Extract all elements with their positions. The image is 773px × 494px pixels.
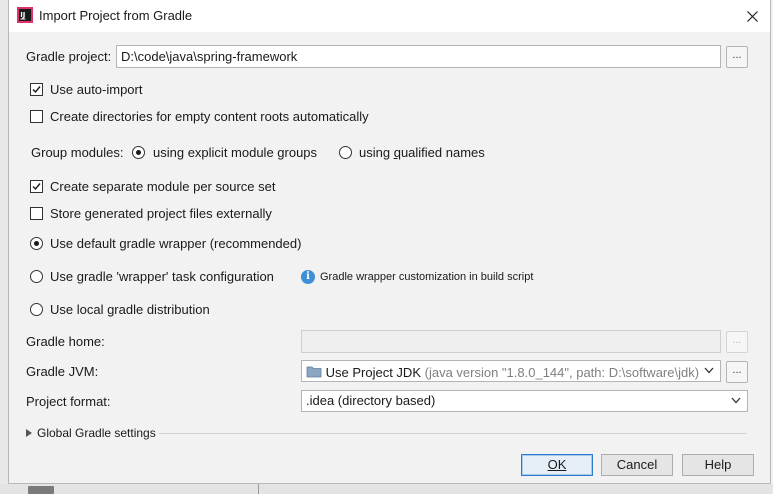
background-divider — [258, 484, 259, 494]
gradle-jvm-selected: Use Project JDK — [325, 365, 421, 380]
store-externally-checkbox[interactable] — [30, 207, 43, 220]
background-next-button — [28, 486, 54, 494]
ok-button[interactable]: OK — [521, 454, 593, 476]
chevron-down-icon — [704, 367, 714, 374]
info-icon: i — [301, 270, 315, 284]
help-button[interactable]: Help — [682, 454, 754, 476]
svg-text:IJ: IJ — [20, 11, 25, 19]
checkmark-icon — [32, 183, 41, 191]
group-modules-label: Group modules: — [31, 145, 124, 160]
wrapper-task-label: Use gradle 'wrapper' task configuration — [50, 269, 274, 284]
separate-module-label: Create separate module per source set — [50, 179, 276, 194]
checkmark-icon — [32, 86, 41, 94]
section-divider — [159, 433, 746, 434]
group-explicit-label: using explicit module groups — [153, 145, 318, 160]
ok-button-label: OK — [547, 457, 567, 472]
intellij-app-icon: IJ — [17, 7, 33, 23]
global-gradle-settings-toggle[interactable]: Global Gradle settings — [37, 426, 156, 440]
gradle-home-input[interactable] — [301, 330, 721, 353]
default-wrapper-label: Use default gradle wrapper (recommended) — [50, 236, 302, 251]
group-qualified-radio[interactable] — [339, 146, 352, 159]
gradle-project-browse-button[interactable]: ... — [726, 46, 748, 68]
gradle-home-browse-button[interactable]: ... — [726, 331, 748, 353]
group-qualified-label: using qualified names — [359, 145, 485, 160]
gradle-jvm-browse-button[interactable]: ... — [726, 361, 748, 383]
gradle-jvm-select[interactable]: Use Project JDK (java version "1.8.0_144… — [301, 360, 721, 382]
close-icon — [746, 10, 758, 22]
store-externally-label: Store generated project files externally — [50, 206, 272, 221]
folder-icon — [306, 366, 322, 378]
expand-arrow-icon[interactable] — [26, 429, 32, 437]
gradle-project-input[interactable] — [116, 45, 721, 68]
project-format-select[interactable]: .idea (directory based) — [301, 390, 748, 412]
project-format-label: Project format: — [26, 394, 111, 409]
gradle-home-label: Gradle home: — [26, 334, 105, 349]
background-ide-bottom — [0, 484, 773, 494]
local-distribution-label: Use local gradle distribution — [50, 302, 210, 317]
gradle-project-label: Gradle project: — [26, 49, 112, 64]
close-button[interactable] — [742, 6, 762, 26]
create-dirs-checkbox[interactable] — [30, 110, 43, 123]
cancel-button[interactable]: Cancel — [601, 454, 673, 476]
separate-module-checkbox[interactable] — [30, 180, 43, 193]
import-gradle-dialog: IJ Import Project from Gradle Gradle pro… — [8, 0, 771, 484]
chevron-down-icon — [731, 397, 741, 404]
title-bar: IJ Import Project from Gradle — [9, 0, 770, 32]
local-distribution-radio[interactable] — [30, 303, 43, 316]
gradle-jvm-detail: (java version "1.8.0_144", path: D:\soft… — [424, 365, 700, 380]
group-explicit-radio[interactable] — [132, 146, 145, 159]
project-format-selected: .idea (directory based) — [306, 393, 436, 408]
create-dirs-label: Create directories for empty content roo… — [50, 109, 369, 124]
gradle-jvm-label: Gradle JVM: — [26, 364, 99, 379]
default-wrapper-radio[interactable] — [30, 237, 43, 250]
dialog-title: Import Project from Gradle — [39, 8, 193, 23]
wrapper-task-radio[interactable] — [30, 270, 43, 283]
wrapper-hint-text: Gradle wrapper customization in build sc… — [320, 271, 534, 283]
auto-import-label: Use auto-import — [50, 82, 143, 97]
auto-import-checkbox[interactable] — [30, 83, 43, 96]
